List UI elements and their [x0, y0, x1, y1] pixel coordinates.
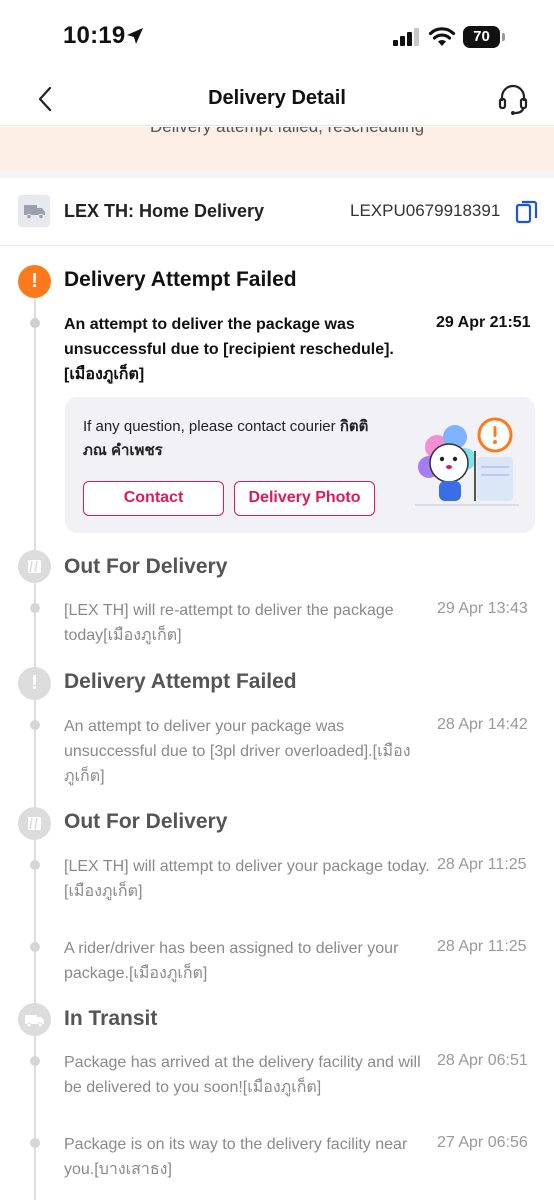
status-bar: 10:19 70 — [0, 0, 554, 72]
event-update-time: 29 Apr 13:43 — [437, 600, 528, 617]
event-update-time: 28 Apr 11:25 — [437, 938, 527, 955]
event-update-time: 28 Apr 06:51 — [437, 1052, 528, 1069]
event-update-text: An attempt to deliver your package was u… — [64, 718, 411, 785]
timeline-dot — [30, 720, 40, 730]
nav-header: Delivery Detail — [0, 72, 554, 126]
copy-icon[interactable] — [515, 199, 539, 225]
timeline-dot — [30, 603, 40, 613]
section-divider — [0, 170, 554, 178]
page-title: Delivery Detail — [208, 87, 346, 109]
courier-name: LEX TH: Home Delivery — [64, 201, 265, 221]
event-status-title: Delivery Attempt Failed — [64, 670, 297, 693]
contact-prompt: If any question, please contact courier … — [83, 415, 383, 463]
location-arrow-icon — [127, 28, 143, 44]
event-update-text: A rider/driver has been assigned to deli… — [64, 940, 399, 982]
timeline-line — [34, 700, 36, 808]
event-update-time: 29 Apr 21:51 — [436, 314, 531, 331]
wifi-icon — [428, 27, 456, 46]
timeline-dot — [30, 1056, 40, 1066]
notice-text: Delivery attempt failed, rescheduling — [150, 127, 424, 137]
delivery-box-icon — [18, 807, 51, 840]
event-update-time: 28 Apr 11:25 — [437, 856, 527, 873]
alert-exclamation-icon: ! — [18, 667, 51, 700]
tracking-number: LEXPU0679918391 — [350, 201, 501, 220]
customer-service-headset-icon[interactable] — [496, 82, 530, 116]
event-update-time: 27 Apr 06:56 — [437, 1134, 528, 1151]
courier-info-row: LEX TH: Home Delivery LEXPU0679918391 — [0, 178, 554, 246]
mascot-illustration — [415, 417, 519, 506]
status-time: 10:19 — [63, 22, 126, 49]
truck-transit-icon — [18, 1003, 51, 1036]
courier-contact-card: If any question, please contact courier … — [65, 397, 535, 533]
delivery-photo-button[interactable]: Delivery Photo — [234, 481, 375, 516]
event-status-title: Out For Delivery — [64, 810, 228, 833]
cellular-signal-icon — [393, 28, 419, 46]
timeline-dot — [30, 1138, 40, 1148]
event-update-time: 28 Apr 14:42 — [437, 716, 528, 733]
delivery-box-icon — [18, 550, 51, 583]
notice-banner: Delivery attempt failed, rescheduling — [0, 127, 554, 170]
timeline-dot — [30, 860, 40, 870]
contact-button[interactable]: Contact — [83, 481, 224, 516]
alert-exclamation-icon: ! — [18, 265, 51, 298]
event-status-title: In Transit — [64, 1007, 158, 1030]
event-status-title: Out For Delivery — [64, 555, 228, 578]
event-update-text: Package has arrived at the delivery faci… — [64, 1054, 421, 1096]
timeline-line — [34, 583, 36, 668]
timeline-dot — [30, 942, 40, 952]
event-update-text: [LEX TH] will re-attempt to deliver the … — [64, 602, 394, 644]
timeline-line — [34, 298, 36, 550]
timeline-dot — [30, 318, 40, 328]
battery-icon: 70 — [463, 26, 505, 48]
truck-icon — [18, 195, 50, 227]
contact-prompt-text: If any question, please contact courier — [83, 418, 340, 435]
event-update-text: An attempt to deliver the package was un… — [64, 316, 394, 383]
battery-level: 70 — [463, 26, 500, 48]
event-update-text: [LEX TH] will attempt to deliver your pa… — [64, 858, 430, 900]
event-status-title: Delivery Attempt Failed — [64, 268, 297, 291]
event-update-text: Package is on its way to the delivery fa… — [64, 1136, 408, 1178]
